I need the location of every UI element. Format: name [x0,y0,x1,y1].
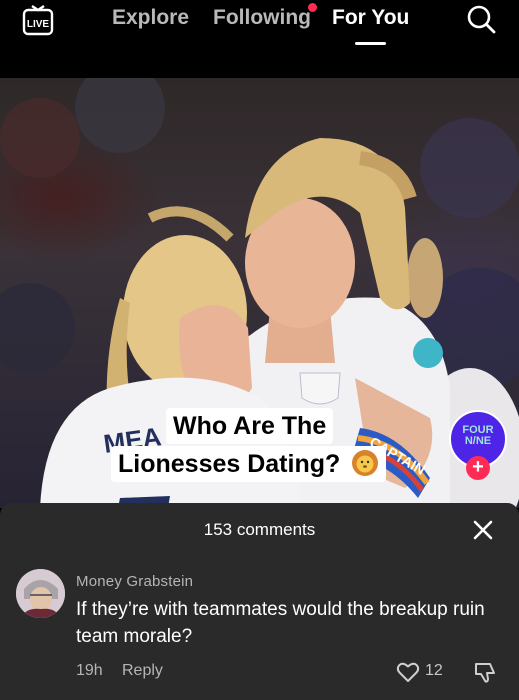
caption-line-1: Who Are The [166,408,334,444]
comments-count-title: 153 comments [203,520,316,539]
caption-line-2-text: Lionesses Dating? [118,450,341,478]
search-icon[interactable] [466,4,496,34]
active-tab-indicator [355,42,386,45]
tab-for-you[interactable]: For You [332,6,409,30]
heart-icon[interactable] [396,661,420,683]
top-navigation: LIVE Explore Following For You [0,0,519,78]
tab-explore[interactable]: Explore [112,6,189,30]
avatar-image [16,569,65,618]
comment-timestamp: 19h [76,662,103,679]
close-icon[interactable] [472,519,494,541]
caption-line-2: Lionesses Dating? [111,446,387,482]
comment-text: If they’re with teammates would the brea… [76,599,485,647]
comment-username[interactable]: Money Grabstein [76,573,193,590]
comments-sheet: 153 comments Money Grabstein If they’re … [0,503,519,700]
like-count: 12 [425,662,443,679]
notification-dot [308,3,317,12]
avatar[interactable] [16,569,65,618]
live-label: LIVE [27,19,50,30]
tab-following[interactable]: Following [213,6,311,30]
lion-face-emoji [352,450,379,476]
live-icon[interactable]: LIVE [22,4,54,36]
channel-logo: FOUR N/NE [451,425,505,447]
video-player[interactable]: CAPTAIN MEA Who Are The Lionesses Dating… [0,78,519,508]
channel-logo-line-2: N/NE [464,435,492,447]
reply-button[interactable]: Reply [122,662,163,680]
thumbs-down-icon[interactable] [473,660,497,684]
follow-plus-icon[interactable]: + [466,456,490,480]
